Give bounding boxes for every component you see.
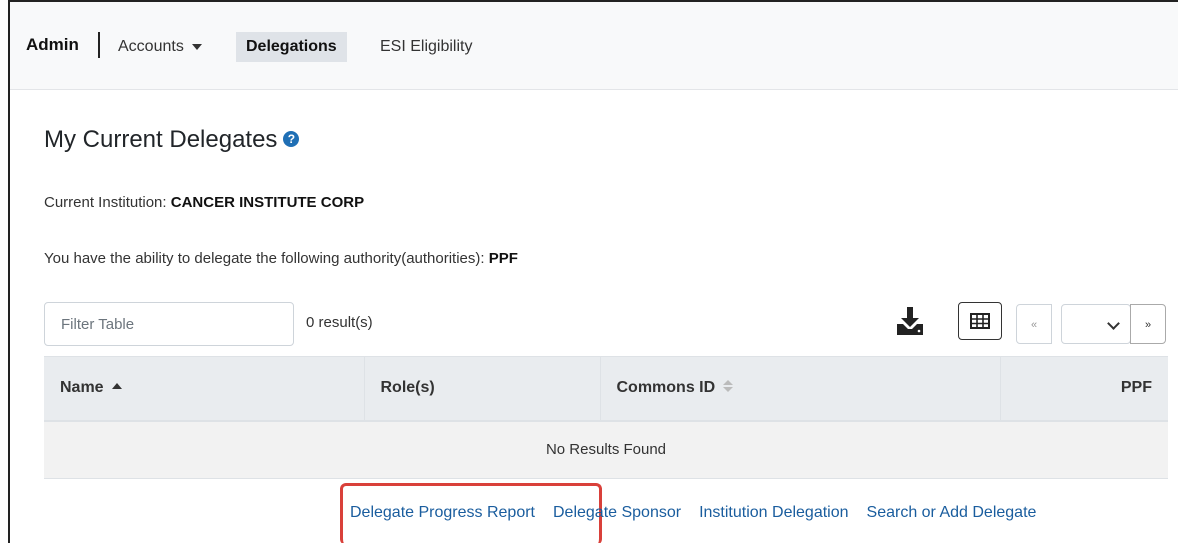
sort-icon [723,380,734,393]
empty-table-message: No Results Found [44,419,1168,479]
table-row: No Results Found [44,419,1168,479]
filter-table-input[interactable] [44,302,294,346]
delegates-table: Name Role(s) Commons ID PPF No Results F… [44,356,1168,479]
table-header-row: Name Role(s) Commons ID PPF [44,356,1168,421]
action-links: Delegate Progress Report Delegate Sponsor… [350,504,1054,522]
institution-delegation-link[interactable]: Institution Delegation [699,504,848,521]
nav-item-accounts-label: Accounts [118,38,184,55]
nav-item-esi-eligibility[interactable]: ESI Eligibility [372,32,480,62]
page-title-text: My Current Delegates [44,126,278,153]
column-header-ppf[interactable]: PPF [1000,356,1168,421]
column-header-roles-label: Role(s) [380,379,435,397]
search-or-add-delegate-link[interactable]: Search or Add Delegate [867,504,1037,521]
pagination-prev-button[interactable]: « [1016,304,1052,344]
authority-value: PPF [488,250,518,267]
authority-label: You have the ability to delegate the fol… [44,250,485,267]
column-header-ppf-label: PPF [1120,379,1152,397]
page-title: My Current Delegates? [44,126,300,154]
delegate-sponsor-link[interactable]: Delegate Sponsor [553,504,681,521]
institution-label: Current Institution: [44,194,167,211]
column-header-commons-id-label: Commons ID [616,379,716,397]
chevron-down-icon [1107,317,1120,330]
download-icon[interactable] [896,306,924,336]
institution-value: CANCER INSTITUTE CORP [170,194,365,211]
table-grid-icon [970,313,990,329]
delegate-progress-report-link[interactable]: Delegate Progress Report [350,504,535,521]
column-header-commons-id[interactable]: Commons ID [600,356,1001,421]
app-frame: Admin Accounts Delegations ESI Eligibili… [8,0,1178,543]
sort-ascending-icon [111,383,122,390]
column-toggle-button[interactable] [958,302,1002,340]
current-institution: Current Institution: CANCER INSTITUTE CO… [44,194,364,211]
column-header-roles[interactable]: Role(s) [364,356,601,421]
nav-brand-admin[interactable]: Admin [26,35,79,55]
page-select[interactable] [1061,304,1131,344]
delegation-authority: You have the ability to delegate the fol… [44,250,518,267]
help-icon[interactable]: ? [283,130,300,147]
top-navbar: Admin Accounts Delegations ESI Eligibili… [10,0,1178,90]
column-header-name[interactable]: Name [44,356,365,421]
pagination-next-button[interactable]: » [1130,304,1166,344]
caret-down-icon [191,43,202,50]
column-header-name-label: Name [60,379,104,397]
result-count: 0 result(s) [306,314,373,331]
nav-divider [98,32,100,58]
nav-item-delegations[interactable]: Delegations [236,32,347,62]
nav-item-accounts[interactable]: Accounts [110,32,210,62]
